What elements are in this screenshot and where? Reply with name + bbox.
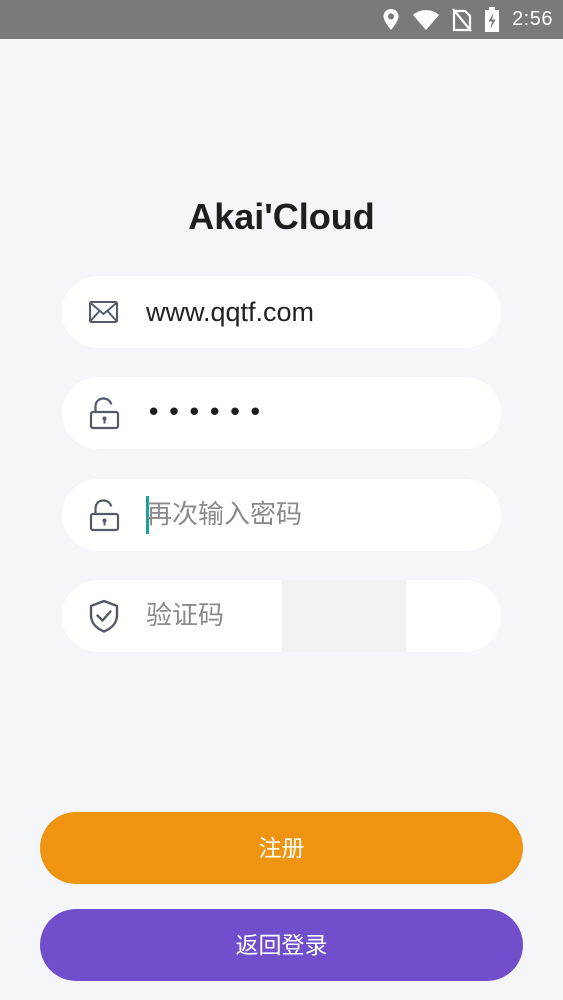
confirm-password-placeholder: 再次输入密码 — [146, 500, 303, 530]
password-field[interactable]: •••••• — [62, 377, 501, 449]
lock-icon — [86, 497, 122, 533]
captcha-image[interactable] — [282, 580, 406, 652]
lock-icon — [86, 395, 122, 431]
no-sim-icon — [452, 7, 472, 32]
captcha-placeholder: 验证码 — [146, 601, 225, 631]
wifi-icon — [412, 9, 440, 31]
email-field[interactable]: www.qqtf.com — [62, 276, 501, 348]
mail-icon — [86, 294, 122, 330]
status-time: 2:56 — [512, 8, 553, 30]
status-icons: 2:56 — [382, 0, 553, 39]
app-title: Akai'Cloud — [188, 196, 375, 237]
email-value: www.qqtf.com — [146, 297, 315, 327]
location-icon — [382, 8, 400, 32]
battery-charging-icon — [484, 6, 500, 33]
register-button[interactable]: 注册 — [40, 812, 523, 884]
captcha-field[interactable]: 验证码 — [62, 580, 501, 652]
confirm-password-field[interactable]: 再次输入密码 — [62, 479, 501, 551]
password-value: •••••• — [146, 398, 269, 428]
back-to-login-button[interactable]: 返回登录 — [40, 909, 523, 981]
shield-check-icon — [86, 598, 122, 634]
status-bar: 2:56 — [0, 0, 563, 39]
